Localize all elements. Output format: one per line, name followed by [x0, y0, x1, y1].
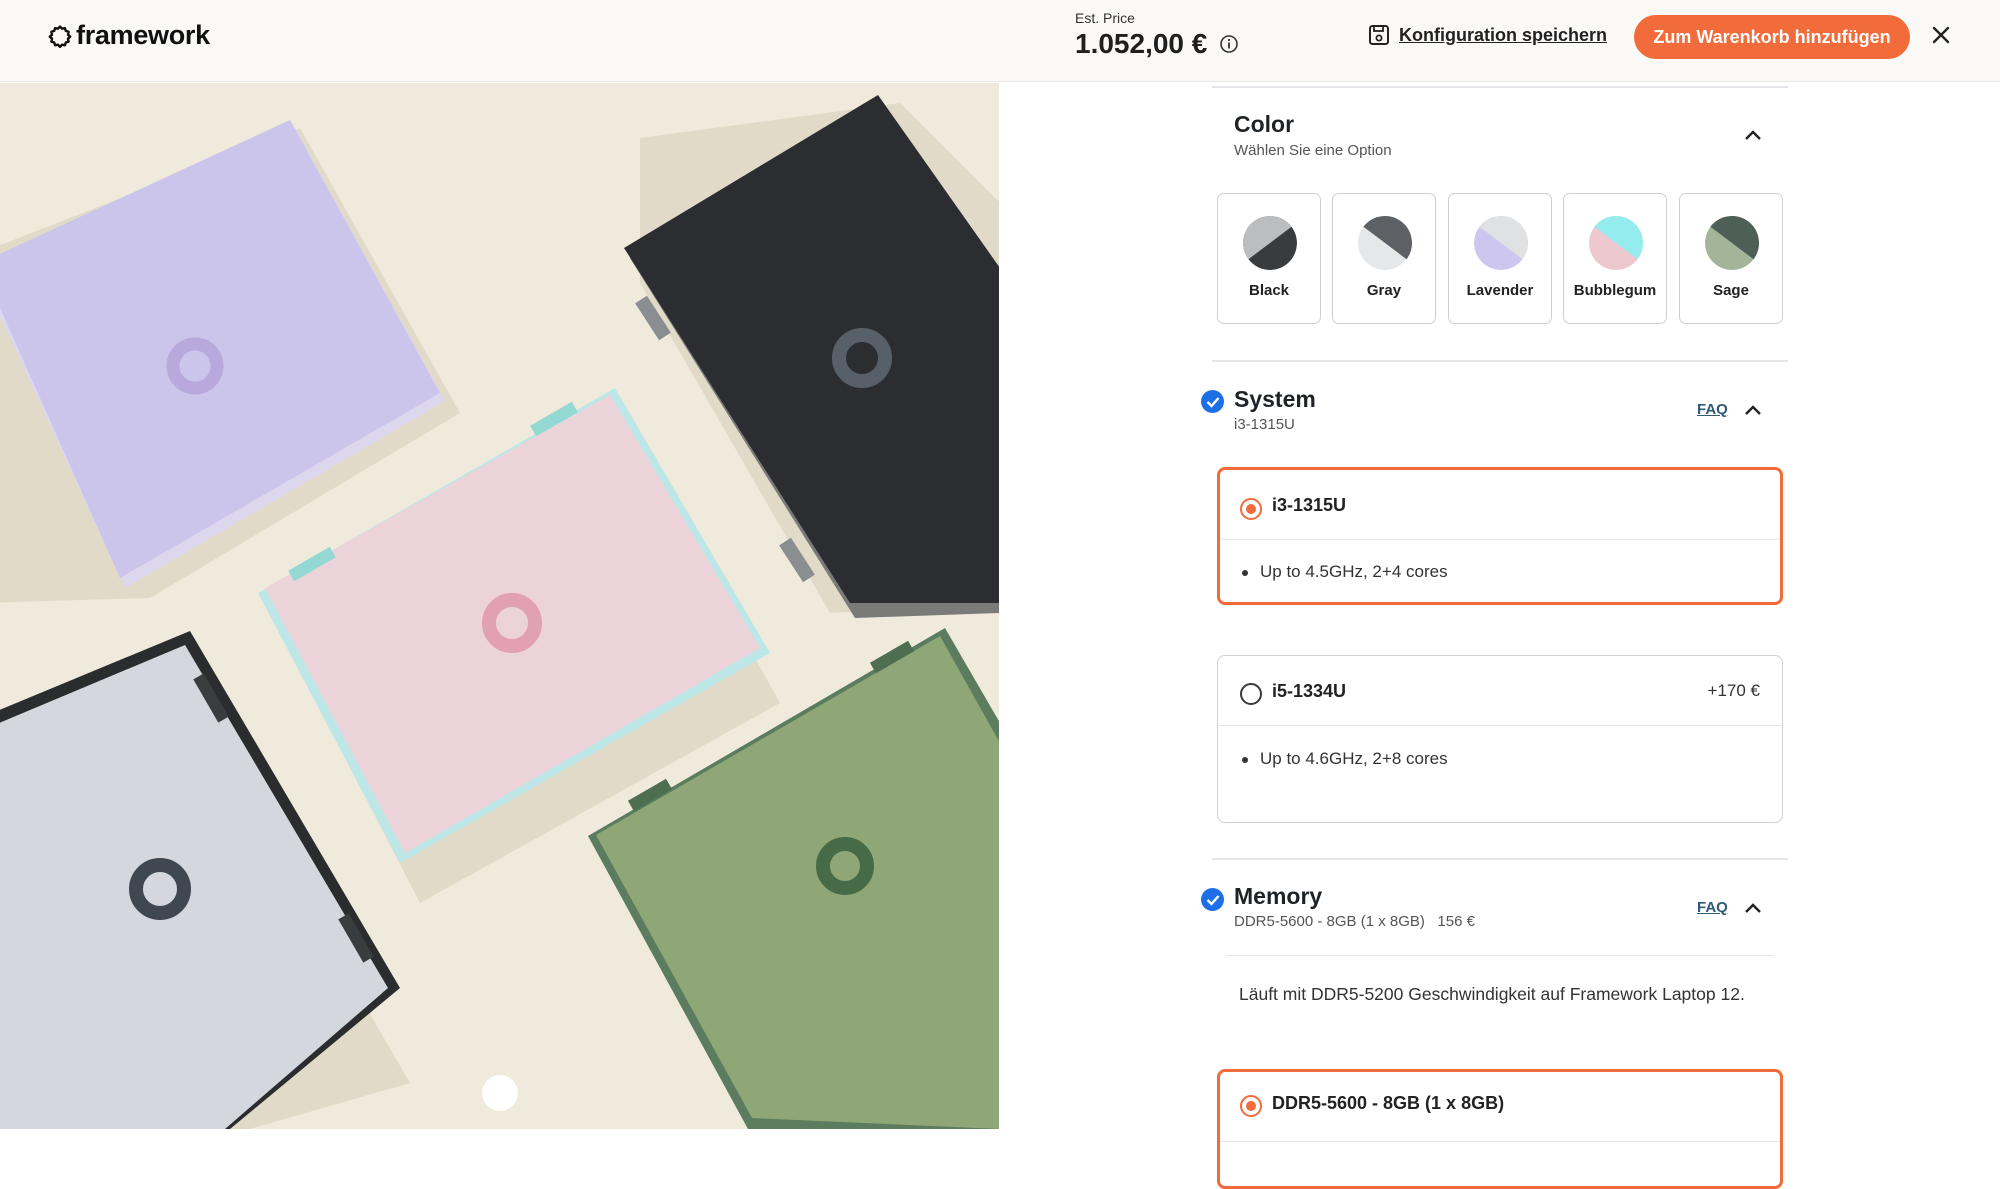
memory-faq-link[interactable]: FAQ [1697, 899, 1728, 916]
chevron-up-icon[interactable] [1744, 129, 1762, 141]
save-configuration-label: Konfiguration speichern [1399, 24, 1608, 45]
carousel-dot[interactable] [482, 1075, 518, 1111]
color-option-label: Lavender [1466, 282, 1534, 299]
option-label: DDR5-5600 - 8GB (1 x 8GB) [1272, 1093, 1505, 1113]
memory-section-subtitle: DDR5-5600 - 8GB (1 x 8GB) 156 € [1234, 913, 1475, 930]
color-option-black[interactable]: Black [1217, 193, 1321, 324]
system-faq-link[interactable]: FAQ [1697, 401, 1728, 418]
price-value: 1.052,00 € [1075, 28, 1208, 59]
color-option-lavender[interactable]: Lavender [1448, 193, 1552, 324]
option-detail: Up to 4.5GHz, 2+4 cores [1242, 562, 1448, 582]
system-section-subtitle: i3-1315U [1234, 416, 1295, 433]
product-image [0, 83, 999, 1129]
price-block: Est. Price 1.052,00 € [1075, 10, 1239, 60]
close-icon [1932, 26, 1950, 44]
save-configuration-button[interactable]: Konfiguration speichern [1368, 24, 1607, 46]
color-option-bubblegum[interactable]: Bubblegum [1563, 193, 1667, 324]
est-price-label: Est. Price [1075, 10, 1135, 26]
system-option-i3-1315u[interactable]: i3-1315U Up to 4.5GHz, 2+4 cores [1217, 467, 1783, 605]
check-icon [1201, 390, 1224, 413]
framework-logo[interactable]: framework [48, 20, 210, 51]
radio-selected[interactable] [1240, 498, 1262, 520]
color-option-label: Bubblegum [1573, 282, 1657, 299]
memory-section-title: Memory [1234, 883, 1323, 909]
color-option-label: Gray [1366, 282, 1402, 299]
option-price: +170 € [1707, 681, 1760, 700]
swatch-gray-icon [1358, 216, 1412, 270]
color-section-subtitle: Wählen Sie eine Option [1234, 142, 1392, 159]
top-bar: framework Est. Price 1.052,00 € Konfigur… [0, 0, 2000, 82]
option-label: i3-1315U [1272, 495, 1347, 515]
chevron-up-icon[interactable] [1744, 902, 1762, 914]
color-option-gray[interactable]: Gray [1332, 193, 1436, 324]
swatch-bubblegum-icon [1589, 216, 1643, 270]
add-to-cart-button[interactable]: Zum Warenkorb hinzufügen [1634, 15, 1910, 59]
logo-text: framework [76, 20, 210, 50]
save-icon [1369, 25, 1389, 45]
option-label: i5-1334U [1272, 681, 1347, 701]
color-option-label: Black [1248, 282, 1290, 299]
laptops-illustration [0, 95, 999, 1129]
swatch-sage-icon [1705, 216, 1759, 270]
swatch-lavender-icon [1474, 216, 1528, 270]
system-option-i5-1334u[interactable]: i5-1334U +170 € Up to 4.6GHz, 2+8 cores [1217, 655, 1783, 823]
system-section-title: System [1234, 386, 1316, 412]
divider [1212, 360, 1788, 362]
configurator-panel: Color Wählen Sie eine Option Black Gray … [1201, 83, 1788, 1189]
divider [1212, 86, 1788, 88]
color-section-title: Color [1234, 111, 1295, 137]
radio-selected[interactable] [1240, 1095, 1262, 1117]
radio-unselected[interactable] [1240, 683, 1262, 705]
option-detail: Up to 4.6GHz, 2+8 cores [1242, 749, 1448, 769]
gear-logo-icon [48, 24, 72, 48]
color-option-label: Sage [1713, 282, 1749, 299]
check-icon [1201, 888, 1224, 911]
divider [1226, 955, 1774, 956]
memory-note: Läuft mit DDR5-5200 Geschwindigkeit auf … [1239, 984, 1745, 1004]
info-icon[interactable] [1219, 34, 1239, 54]
color-option-sage[interactable]: Sage [1679, 193, 1783, 324]
chevron-up-icon[interactable] [1744, 404, 1762, 416]
swatch-black-icon [1243, 216, 1297, 270]
divider [1212, 858, 1788, 860]
memory-option-ddr5-5600-8gb[interactable]: DDR5-5600 - 8GB (1 x 8GB) [1217, 1069, 1783, 1189]
close-button[interactable] [1928, 20, 1954, 50]
